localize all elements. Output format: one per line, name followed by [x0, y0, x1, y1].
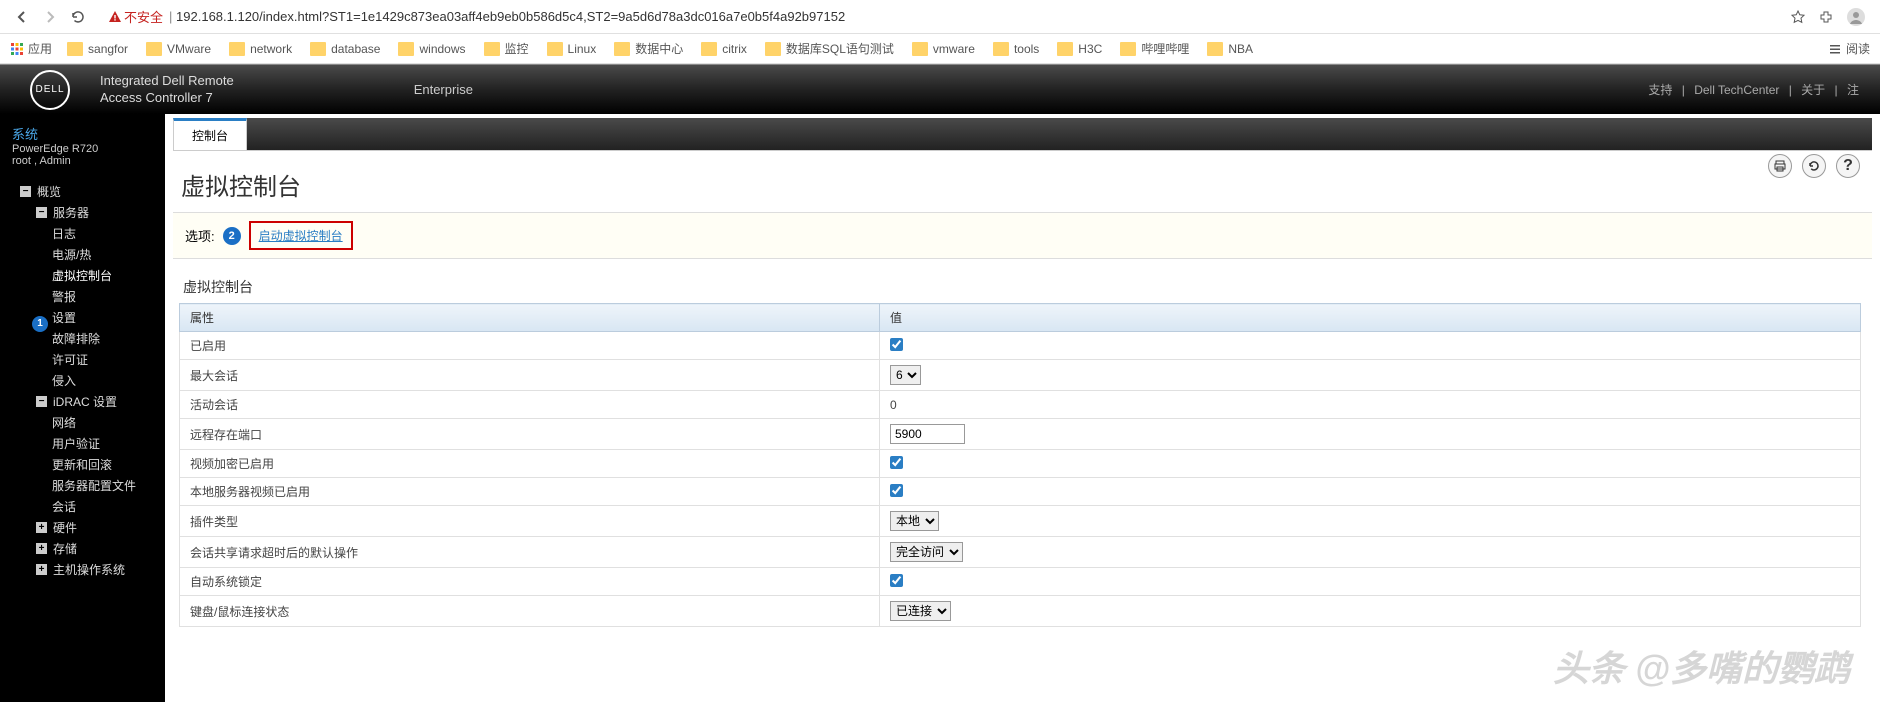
nav-hardware[interactable]: +硬件: [0, 517, 165, 538]
techcenter-link[interactable]: Dell TechCenter: [1694, 83, 1779, 97]
page-title: 虚拟控制台: [181, 167, 1864, 202]
forward-icon[interactable]: [42, 9, 58, 25]
kbm-status-select[interactable]: 已连接: [890, 601, 951, 621]
star-icon[interactable]: [1790, 9, 1806, 25]
reload-icon[interactable]: [70, 9, 86, 25]
extension-icon[interactable]: [1818, 9, 1834, 25]
session-share-select[interactable]: 完全访问: [890, 542, 963, 562]
bookmark-item[interactable]: citrix: [701, 40, 747, 57]
edition-label: Enterprise: [414, 82, 473, 97]
nav-logs[interactable]: 日志: [0, 223, 165, 244]
bookmark-item[interactable]: Linux: [547, 40, 597, 57]
enabled-checkbox[interactable]: [890, 338, 903, 351]
address-bar[interactable]: 不安全 | 192.168.1.120/index.html?ST1=1e142…: [102, 7, 1784, 26]
nav-sessions[interactable]: 会话: [0, 496, 165, 517]
bookmark-item[interactable]: 哔哩哔哩: [1120, 40, 1189, 57]
launch-console-link[interactable]: 启动虚拟控制台: [249, 221, 353, 250]
tab-console[interactable]: 控制台: [173, 118, 247, 150]
options-row: 选项: 2 启动虚拟控制台: [173, 212, 1872, 259]
bookmark-item[interactable]: network: [229, 40, 292, 57]
row-max-sessions: 最大会话 6: [180, 360, 1861, 391]
row-active-sessions: 活动会话 0: [180, 391, 1861, 419]
row-local-video: 本地服务器视频已启用: [180, 478, 1861, 506]
col-value: 值: [880, 304, 1861, 332]
section-title: 虚拟控制台: [183, 277, 1862, 297]
callout-1: 1: [32, 316, 48, 332]
options-label: 选项:: [185, 226, 215, 245]
row-kbm-status: 键盘/鼠标连接状态 已连接: [180, 596, 1861, 627]
row-remote-port: 远程存在端口: [180, 419, 1861, 450]
local-video-checkbox[interactable]: [890, 484, 903, 497]
bookmark-item[interactable]: H3C: [1057, 40, 1102, 57]
nav-license[interactable]: 许可证: [0, 349, 165, 370]
bookmark-item[interactable]: VMware: [146, 40, 211, 57]
idrac-header: DELL Integrated Dell Remote Access Contr…: [0, 64, 1880, 114]
support-link[interactable]: 支持: [1648, 83, 1672, 97]
row-enabled: 已启用: [180, 332, 1861, 360]
profile-icon[interactable]: [1846, 7, 1866, 27]
bookmark-item[interactable]: database: [310, 40, 380, 57]
nav-troubleshoot[interactable]: 故障排除: [0, 328, 165, 349]
sidebar: 系统 PowerEdge R720 root , Admin −概览 −服务器 …: [0, 114, 165, 702]
remote-port-input[interactable]: [890, 424, 965, 444]
callout-2: 2: [223, 227, 241, 245]
nav-storage[interactable]: +存储: [0, 538, 165, 559]
nav-power[interactable]: 电源/热: [0, 244, 165, 265]
col-attribute: 属性: [180, 304, 880, 332]
nav-tree: −概览 −服务器 日志 电源/热 虚拟控制台 警报 设置 故障排除 许可证 侵入…: [0, 181, 165, 580]
plugin-type-select[interactable]: 本地: [890, 511, 939, 531]
bookmark-item[interactable]: 数据中心: [614, 40, 683, 57]
url-text: 192.168.1.120/index.html?ST1=1e1429c873e…: [176, 9, 845, 24]
logout-link[interactable]: 注: [1847, 83, 1859, 97]
header-links: 支持 | Dell TechCenter | 关于 | 注: [1642, 81, 1865, 98]
apps-button[interactable]: 应用: [10, 40, 52, 57]
bookmark-item[interactable]: vmware: [912, 40, 975, 57]
nav-settings[interactable]: 设置: [0, 307, 165, 328]
sidebar-header: 系统 PowerEdge R720 root , Admin: [0, 118, 165, 173]
properties-table: 属性 值 已启用 最大会话 6 活动会话 0 远程存在端口 视频加密已启用: [179, 303, 1861, 627]
nav-idrac-settings[interactable]: −iDRAC 设置: [0, 391, 165, 412]
bookmark-item[interactable]: tools: [993, 40, 1039, 57]
bookmark-item[interactable]: windows: [398, 40, 465, 57]
reading-list-button[interactable]: 阅读: [1828, 40, 1870, 57]
nav-alerts[interactable]: 警报: [0, 286, 165, 307]
bookmark-item[interactable]: 监控: [484, 40, 529, 57]
max-sessions-select[interactable]: 6: [890, 365, 921, 385]
refresh-icon[interactable]: [1802, 154, 1826, 178]
bookmark-item[interactable]: NBA: [1207, 40, 1253, 57]
content-area: 控制台 虚拟控制台 ? 选项: 2 启动虚拟控制台 虚拟控制台 属性 值 已启用: [165, 114, 1880, 702]
about-link[interactable]: 关于: [1801, 83, 1825, 97]
tab-row: 控制台: [173, 118, 1872, 151]
row-auto-lock: 自动系统锁定: [180, 568, 1861, 596]
browser-nav-bar: 不安全 | 192.168.1.120/index.html?ST1=1e142…: [0, 0, 1880, 34]
nav-host-os[interactable]: +主机操作系统: [0, 559, 165, 580]
bookmark-bar: 应用 sangfor VMware network database windows 监控…: [0, 34, 1880, 64]
nav-virtual-console[interactable]: 虚拟控制台: [0, 265, 165, 286]
back-icon[interactable]: [14, 9, 30, 25]
video-encrypt-checkbox[interactable]: [890, 456, 903, 469]
nav-user-auth[interactable]: 用户验证: [0, 433, 165, 454]
nav-intrusion[interactable]: 侵入: [0, 370, 165, 391]
nav-overview[interactable]: −概览: [0, 181, 165, 202]
help-icon[interactable]: ?: [1836, 154, 1860, 178]
nav-update-rollback[interactable]: 更新和回滚: [0, 454, 165, 475]
auto-lock-checkbox[interactable]: [890, 574, 903, 587]
print-icon[interactable]: [1768, 154, 1792, 178]
dell-logo: DELL: [30, 70, 70, 110]
row-plugin-type: 插件类型 本地: [180, 506, 1861, 537]
row-session-share: 会话共享请求超时后的默认操作 完全访问: [180, 537, 1861, 568]
nav-network[interactable]: 网络: [0, 412, 165, 433]
watermark: 头条 @多嘴的鹦鹉: [1553, 640, 1850, 692]
row-video-encrypt: 视频加密已启用: [180, 450, 1861, 478]
insecure-warning: 不安全: [102, 7, 163, 26]
nav-server-profile[interactable]: 服务器配置文件: [0, 475, 165, 496]
product-title: Integrated Dell Remote Access Controller…: [100, 73, 234, 107]
nav-server[interactable]: −服务器: [0, 202, 165, 223]
bookmark-item[interactable]: 数据库SQL语句测试: [765, 40, 894, 57]
bookmark-item[interactable]: sangfor: [67, 40, 128, 57]
